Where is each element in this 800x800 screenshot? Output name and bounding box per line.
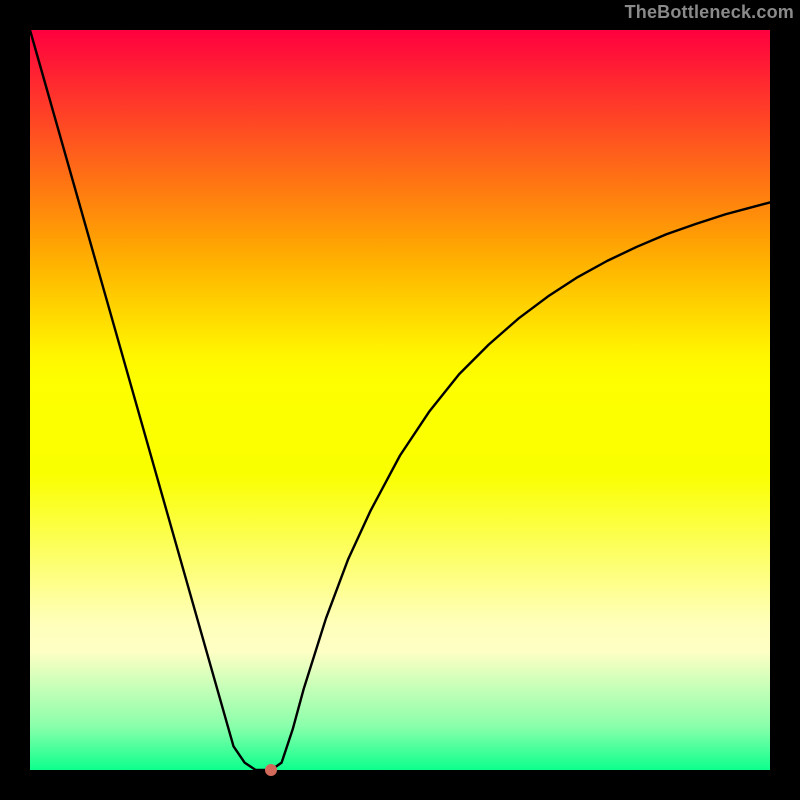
bottleneck-curve bbox=[30, 30, 770, 770]
plot-area bbox=[30, 30, 770, 770]
watermark-text: TheBottleneck.com bbox=[625, 2, 794, 23]
chart-frame: TheBottleneck.com bbox=[0, 0, 800, 800]
optimal-point-marker bbox=[265, 764, 277, 776]
